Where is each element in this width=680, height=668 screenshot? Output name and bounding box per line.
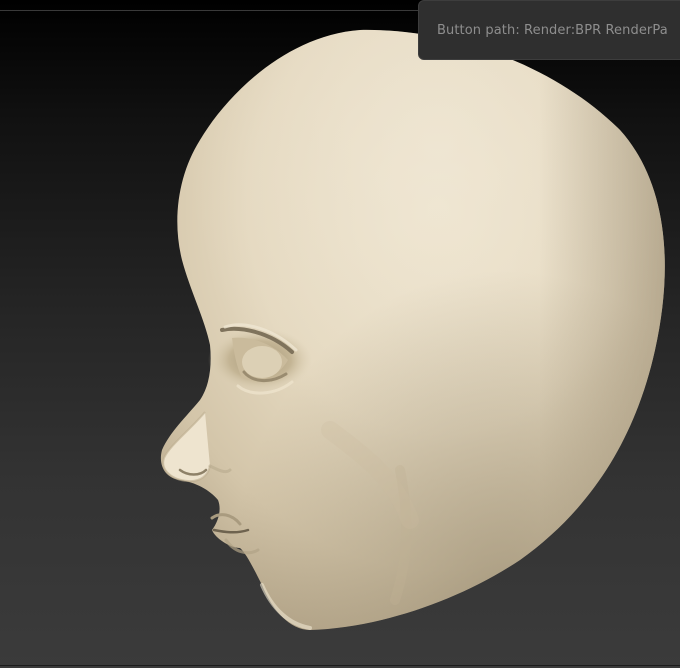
tooltip-panel: Button path: Render:BPR RenderPa [418,0,680,60]
canvas-viewport[interactable]: Button path: Render:BPR RenderPa [0,0,680,668]
viewport-bottom-border [0,665,680,666]
sculpt-head-model[interactable] [0,0,680,668]
eyeball [242,346,282,378]
tooltip-button-path: Button path: Render:BPR RenderPa [437,23,668,38]
